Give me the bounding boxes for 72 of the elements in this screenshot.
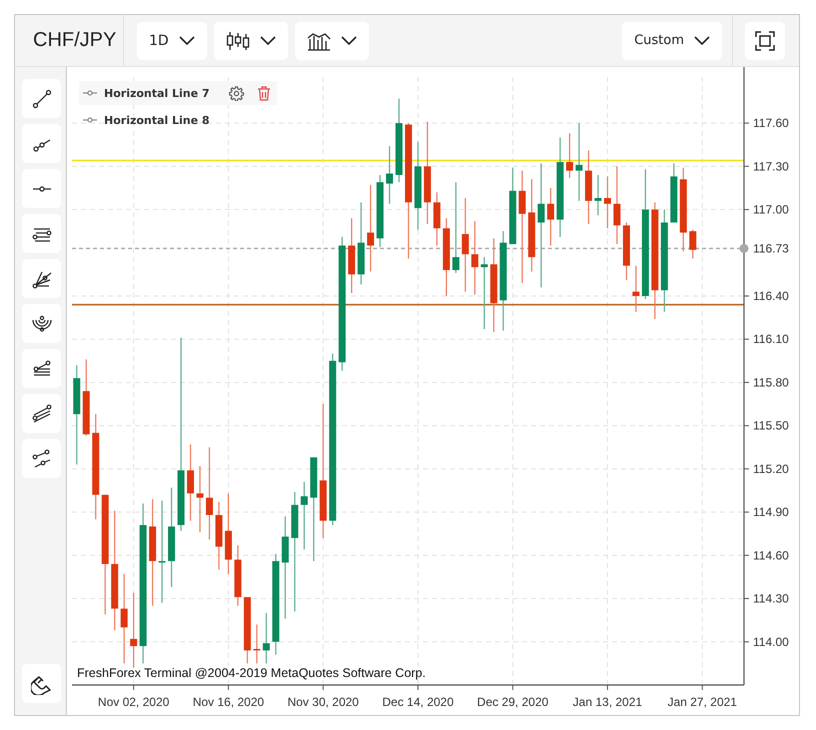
current-price-label: 116.73 bbox=[753, 241, 789, 256]
horizontal-line-icon bbox=[32, 186, 52, 192]
price-axis-label: 114.90 bbox=[753, 505, 789, 520]
price-axis-label: 116.40 bbox=[753, 289, 789, 303]
drawing-tool-button[interactable] bbox=[22, 394, 61, 433]
segments-icon bbox=[30, 448, 52, 470]
copyright-text: FreshForex Terminal @2004-2019 MetaQuotes Software Corp. bbox=[77, 666, 426, 680]
candlestick bbox=[547, 188, 554, 246]
candlestick bbox=[196, 466, 204, 532]
price-axis-label: 115.80 bbox=[753, 375, 789, 390]
candlestick bbox=[262, 612, 270, 664]
price-axis-label: 115.20 bbox=[753, 462, 789, 476]
fullscreen-icon bbox=[755, 30, 775, 50]
horizontal-line-icon bbox=[83, 90, 97, 96]
chevron-down-icon bbox=[340, 36, 357, 46]
drawing-tool-button[interactable] bbox=[22, 79, 61, 118]
chevron-down-icon bbox=[178, 36, 195, 46]
date-axis-label: Jan 27, 2021 bbox=[668, 695, 737, 709]
candlestick bbox=[604, 176, 612, 228]
candlestick bbox=[244, 597, 251, 664]
date-axis-label: Nov 16, 2020 bbox=[192, 695, 264, 709]
price-axis-label: 114.30 bbox=[753, 592, 789, 606]
candlestick bbox=[594, 174, 602, 216]
candlestick-icon bbox=[226, 30, 250, 50]
candlestick bbox=[386, 146, 394, 204]
legend-item[interactable]: Horizontal Line 7 bbox=[79, 81, 277, 105]
price-axis-label: 116.10 bbox=[753, 332, 789, 346]
date-axis-label: Nov 30, 2020 bbox=[287, 695, 359, 709]
date-axis-label: Jan 13, 2021 bbox=[572, 695, 642, 709]
candlestick bbox=[234, 545, 242, 606]
date-axis-label: Dec 29, 2020 bbox=[477, 695, 548, 709]
horizontal-line[interactable] bbox=[72, 304, 744, 306]
symbol-title: CHF/JPY bbox=[33, 29, 116, 52]
timeframe-dropdown[interactable]: 1D bbox=[137, 22, 207, 60]
trash-icon[interactable] bbox=[256, 86, 271, 100]
indicators-dropdown[interactable] bbox=[294, 22, 369, 60]
candlestick bbox=[566, 133, 574, 178]
magnet-button[interactable] bbox=[22, 664, 61, 703]
channel-icon bbox=[30, 402, 52, 424]
range-dropdown[interactable]: Custom bbox=[622, 22, 722, 60]
drawing-tool-button[interactable] bbox=[22, 214, 61, 253]
chevron-down-icon bbox=[694, 36, 710, 46]
candlestick bbox=[622, 222, 630, 280]
legend-item[interactable]: Horizontal Line 8 bbox=[79, 108, 222, 132]
candlestick bbox=[253, 624, 260, 664]
horizontal-line-icon bbox=[83, 117, 97, 123]
candlestick bbox=[215, 502, 222, 570]
candlestick bbox=[632, 266, 640, 312]
drawing-tool-button[interactable] bbox=[22, 349, 61, 388]
candlestick bbox=[689, 230, 696, 259]
candlestick bbox=[670, 163, 678, 223]
date-axis-label: Dec 14, 2020 bbox=[382, 695, 454, 709]
price-axis-label: 114.00 bbox=[753, 634, 789, 649]
price-axis-label: 117.30 bbox=[753, 159, 789, 174]
price-axis-label: 117.60 bbox=[753, 116, 789, 130]
candlestick bbox=[300, 482, 308, 550]
chevron-down-icon bbox=[260, 36, 276, 46]
price-axis-label: 115.50 bbox=[753, 418, 789, 433]
settings-icon[interactable] bbox=[228, 86, 244, 100]
drawing-tool-button[interactable] bbox=[22, 304, 61, 343]
drawing-tool-button[interactable] bbox=[22, 439, 61, 478]
price-axis-label: 114.60 bbox=[753, 548, 789, 562]
candlestick bbox=[433, 192, 440, 246]
bar-chart-icon bbox=[306, 30, 331, 50]
price-marker-dot bbox=[740, 244, 748, 253]
chart-type-dropdown[interactable] bbox=[214, 22, 288, 60]
fullscreen-button[interactable] bbox=[745, 22, 785, 60]
price-axis-label: 117.00 bbox=[753, 202, 789, 217]
drawing-tool-button[interactable] bbox=[22, 259, 61, 298]
date-axis-label: Nov 02, 2020 bbox=[98, 695, 170, 709]
line-segment-icon bbox=[30, 88, 52, 110]
drawing-tool-button[interactable] bbox=[22, 124, 61, 163]
